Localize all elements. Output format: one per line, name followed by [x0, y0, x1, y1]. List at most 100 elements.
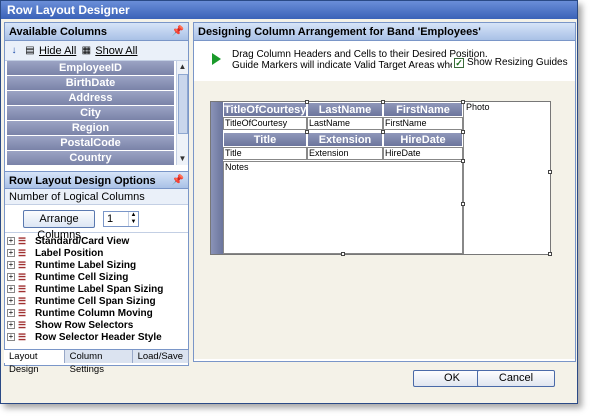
option-label: Runtime Label Sizing: [35, 259, 137, 271]
option-icon: ☰: [18, 320, 27, 330]
cell-notes[interactable]: Notes: [223, 161, 463, 254]
design-panel: Designing Column Arrangement for Band 'E…: [193, 22, 576, 362]
cell-extension[interactable]: Extension: [307, 147, 383, 160]
expand-icon[interactable]: +: [7, 249, 15, 257]
resize-handle[interactable]: [461, 130, 465, 134]
option-runtime-cell-span-sizing[interactable]: + ☰ Runtime Cell Span Sizing: [5, 295, 188, 307]
option-icon: ☰: [18, 308, 27, 318]
option-runtime-column-moving[interactable]: + ☰ Runtime Column Moving: [5, 307, 188, 319]
options-header: Row Layout Design Options 📌: [5, 171, 188, 189]
option-row-selector-header-style[interactable]: + ☰ Row Selector Header Style: [5, 331, 188, 343]
option-icon: ☰: [18, 296, 27, 306]
option-icon: ☰: [18, 272, 27, 282]
row-selector: [211, 102, 223, 254]
cell-hiredate[interactable]: HireDate: [383, 147, 463, 160]
option-label: Show Row Selectors: [35, 319, 134, 331]
cancel-button[interactable]: Cancel: [477, 370, 555, 387]
pin-icon[interactable]: 📌: [172, 23, 184, 41]
header-extension[interactable]: Extension: [307, 132, 383, 147]
cell-lastname[interactable]: LastName: [307, 117, 383, 130]
columns-scrollbar[interactable]: ▲ ▼: [176, 61, 188, 165]
option-runtime-label-sizing[interactable]: + ☰ Runtime Label Sizing: [5, 259, 188, 271]
expand-icon[interactable]: +: [7, 309, 15, 317]
hide-all-button[interactable]: ▤ Hide All: [24, 45, 76, 57]
play-icon: [212, 53, 221, 65]
resize-handle[interactable]: [305, 100, 309, 104]
resize-handle[interactable]: [548, 252, 552, 256]
option-standard-card-view[interactable]: + ☰ Standard/Card View: [5, 235, 188, 247]
show-all-button[interactable]: ▦ Show All: [80, 44, 138, 57]
scroll-down-icon[interactable]: ▼: [177, 153, 188, 165]
instruction-area: Drag Column Headers and Cells to their D…: [194, 41, 575, 77]
expand-icon[interactable]: +: [7, 321, 15, 329]
cell-title[interactable]: Title: [223, 147, 307, 160]
column-item-address[interactable]: Address: [7, 91, 174, 106]
tab-load-save[interactable]: Load/Save: [133, 350, 189, 363]
option-icon: ☰: [18, 260, 27, 270]
tab-column-settings[interactable]: Column Settings: [65, 350, 133, 375]
show-all-label: Show All: [95, 44, 138, 57]
option-runtime-label-span-sizing[interactable]: + ☰ Runtime Label Span Sizing: [5, 283, 188, 295]
cell-photo[interactable]: Photo: [463, 102, 551, 254]
tab-layout-design[interactable]: Layout Design: [4, 350, 65, 375]
resize-handle[interactable]: [548, 170, 552, 174]
option-label: Label Position: [35, 247, 104, 259]
header-lastname[interactable]: LastName: [307, 102, 383, 117]
resize-handle[interactable]: [381, 100, 385, 104]
option-label: Standard/Card View: [35, 235, 130, 247]
resize-handle[interactable]: [341, 252, 345, 256]
column-item-employeeid[interactable]: EmployeeID: [7, 61, 174, 76]
number-of-columns-label: Number of Logical Columns: [5, 189, 188, 205]
options-title: Row Layout Design Options: [9, 175, 156, 187]
available-columns-title: Available Columns: [9, 26, 108, 38]
option-show-row-selectors[interactable]: + ☰ Show Row Selectors: [5, 319, 188, 331]
design-surface: TitleOfCourtesy LastName FirstName Title…: [194, 81, 575, 359]
column-item-country[interactable]: Country: [7, 151, 174, 165]
option-label: Runtime Column Moving: [35, 307, 153, 319]
columns-spinner[interactable]: 1 ▲ ▼: [103, 210, 139, 227]
option-icon: ☰: [18, 248, 27, 258]
checkbox-checked-icon[interactable]: ✓: [454, 57, 464, 68]
resize-handle[interactable]: [461, 100, 465, 104]
option-icon: ☰: [18, 332, 27, 342]
show-resizing-guides-label: Show Resizing Guides: [467, 57, 568, 68]
header-title[interactable]: Title: [223, 132, 307, 147]
option-runtime-cell-sizing[interactable]: + ☰ Runtime Cell Sizing: [5, 271, 188, 283]
arrange-columns-button[interactable]: Arrange Columns: [23, 209, 95, 241]
sort-az-icon[interactable]: ↓: [8, 45, 20, 57]
cell-titleofcourtesy[interactable]: TitleOfCourtesy: [223, 117, 307, 130]
resize-handle[interactable]: [305, 130, 309, 134]
option-label: Runtime Cell Span Sizing: [35, 295, 156, 307]
scroll-up-icon[interactable]: ▲: [177, 61, 188, 73]
resize-handle[interactable]: [461, 202, 465, 206]
column-item-postalcode[interactable]: PostalCode: [7, 136, 174, 151]
expand-icon[interactable]: +: [7, 333, 15, 341]
column-item-birthdate[interactable]: BirthDate: [7, 76, 174, 91]
header-titleofcourtesy[interactable]: TitleOfCourtesy: [223, 102, 307, 117]
row-layout-designer-window: Row Layout Designer Available Columns 📌 …: [0, 0, 578, 404]
expand-icon[interactable]: +: [7, 237, 15, 245]
expand-icon[interactable]: +: [7, 261, 15, 269]
spinner-arrows-icon[interactable]: ▲ ▼: [128, 211, 138, 226]
show-resizing-guides-checkbox[interactable]: ✓ Show Resizing Guides: [452, 57, 568, 68]
pin-icon[interactable]: 📌: [172, 172, 184, 190]
expand-icon[interactable]: +: [7, 285, 15, 293]
option-label: Runtime Cell Sizing: [35, 271, 129, 283]
resize-handle[interactable]: [381, 130, 385, 134]
header-firstname[interactable]: FirstName: [383, 102, 463, 117]
available-columns-header: Available Columns 📌: [5, 23, 188, 41]
expand-icon[interactable]: +: [7, 273, 15, 281]
expand-icon[interactable]: +: [7, 297, 15, 305]
header-hiredate[interactable]: HireDate: [383, 132, 463, 147]
columns-spinner-value: 1: [107, 212, 114, 225]
column-item-region[interactable]: Region: [7, 121, 174, 136]
design-header: Designing Column Arrangement for Band 'E…: [194, 23, 575, 41]
cell-firstname[interactable]: FirstName: [383, 117, 463, 130]
scroll-thumb[interactable]: [178, 74, 188, 134]
resize-handle[interactable]: [461, 159, 465, 163]
left-panel: Available Columns 📌 ↓ ▤ Hide All ▦ Show …: [4, 22, 189, 366]
option-label-position[interactable]: + ☰ Label Position: [5, 247, 188, 259]
column-item-city[interactable]: City: [7, 106, 174, 121]
design-title: Designing Column Arrangement for Band 'E…: [198, 26, 481, 38]
option-label: Runtime Label Span Sizing: [35, 283, 164, 295]
